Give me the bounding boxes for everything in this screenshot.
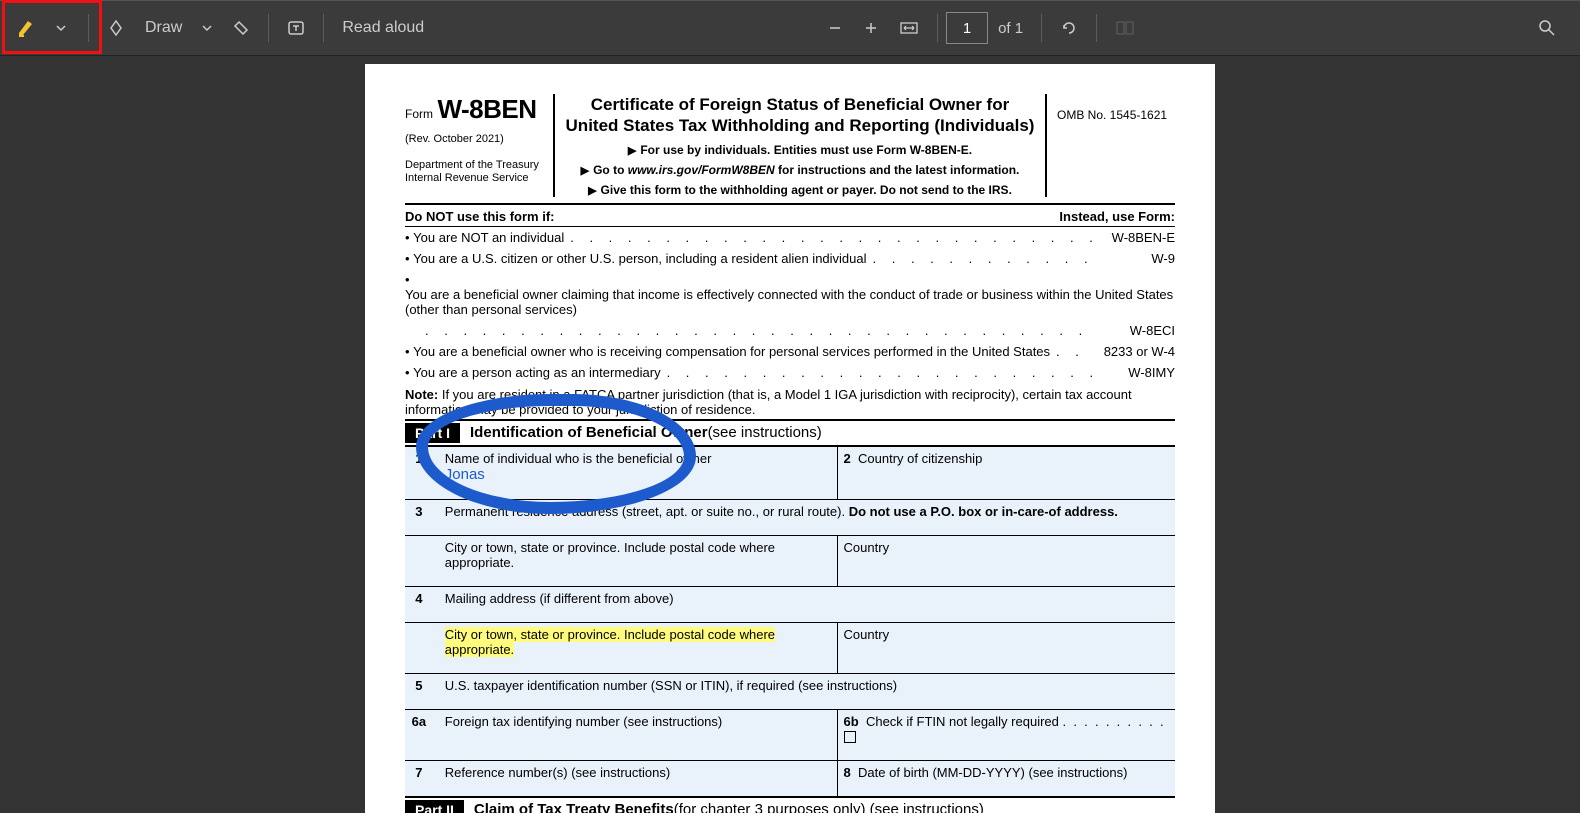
highlighter-icon [16, 18, 36, 38]
donot-row-3: • You are a beneficial owner claiming th… [405, 269, 1175, 320]
separator [937, 14, 938, 42]
field-4-country[interactable]: Country [837, 622, 1175, 673]
part-1-header: Part I Identification of Beneficial Owne… [405, 419, 1175, 446]
chevron-down-icon [56, 23, 66, 33]
subtitle-1: ▶For use by individuals. Entities must u… [565, 143, 1035, 157]
read-aloud-label: Read aloud [342, 19, 424, 37]
highlighter-tool[interactable] [6, 8, 46, 48]
field-6a-ftin[interactable]: Foreign tax identifying number (see inst… [439, 709, 837, 760]
draw-dropdown[interactable] [192, 8, 222, 48]
field-5-ssn[interactable]: U.S. taxpayer identification number (SSN… [439, 673, 1175, 709]
form-header: Form W-8BEN (Rev. October 2021) Departme… [405, 94, 1175, 205]
plus-icon [863, 20, 879, 36]
typed-name: Jonas [445, 466, 485, 483]
eraser-icon [232, 19, 250, 37]
document-viewport[interactable]: Form W-8BEN (Rev. October 2021) Departme… [0, 56, 1580, 813]
subtitle-3: ▶Give this form to the withholding agent… [565, 183, 1035, 197]
draw-label: Draw [145, 19, 182, 37]
field-3-city[interactable]: City or town, state or province. Include… [439, 535, 837, 586]
field-2-citizenship[interactable]: 2 Country of citizenship [837, 446, 1175, 499]
form-word: Form [405, 107, 433, 121]
field-6b-checkbox[interactable]: 6b Check if FTIN not legally required . … [837, 709, 1175, 760]
fatca-note: Note: If you are resident in a FATCA par… [405, 383, 1175, 419]
page-view-button[interactable] [1105, 8, 1145, 48]
omb-number: OMB No. 1545-1621 [1045, 94, 1175, 197]
text-tool[interactable] [277, 8, 315, 48]
field-1-name[interactable]: Name of individual who is the beneficial… [439, 446, 837, 499]
field-4-mailing[interactable]: Mailing address (if different from above… [439, 586, 1175, 622]
highlighter-tool-group [6, 8, 76, 48]
donot-row-5: • You are a person acting as an intermed… [405, 362, 1175, 383]
separator [88, 14, 89, 42]
field-8-dob[interactable]: 8 Date of birth (MM-DD-YYYY) (see instru… [837, 760, 1175, 796]
department-line2: Internal Revenue Service [405, 172, 545, 185]
page-view-icon [1115, 20, 1135, 36]
separator [1041, 14, 1042, 42]
zoom-out-button[interactable] [817, 8, 853, 48]
separator [268, 14, 269, 42]
field-4-city[interactable]: City or town, state or province. Include… [439, 622, 837, 673]
search-button[interactable] [1528, 8, 1566, 48]
donot-row-2: • You are a U.S. citizen or other U.S. p… [405, 248, 1175, 269]
page-number-input[interactable] [946, 12, 988, 44]
rotate-button[interactable] [1050, 8, 1088, 48]
draw-button[interactable]: Draw [135, 8, 192, 48]
rotate-icon [1060, 19, 1078, 37]
form-code: W-8BEN [437, 94, 536, 124]
search-icon [1538, 19, 1556, 37]
form-title: Certificate of Foreign Status of Benefic… [565, 94, 1035, 137]
text-box-icon [287, 19, 305, 37]
ftin-checkbox[interactable] [844, 731, 856, 743]
minus-icon [827, 20, 843, 36]
pdf-page: Form W-8BEN (Rev. October 2021) Departme… [365, 64, 1215, 813]
fit-width-button[interactable] [889, 8, 929, 48]
donot-header: Do NOT use this form if: Instead, use Fo… [405, 205, 1175, 227]
separator [1096, 14, 1097, 42]
donot-row-4: • You are a beneficial owner who is rece… [405, 341, 1175, 362]
zoom-in-button[interactable] [853, 8, 889, 48]
donot-row-1: • You are NOT an individual. . . . . . .… [405, 227, 1175, 248]
pen-icon [107, 19, 125, 37]
pen-tool[interactable] [97, 8, 135, 48]
separator [323, 14, 324, 42]
fit-width-icon [899, 20, 919, 36]
field-3-address[interactable]: Permanent residence address (street, apt… [439, 499, 1175, 535]
pdf-toolbar: Draw Read aloud of 1 [0, 0, 1580, 56]
revision-date: (Rev. October 2021) [405, 133, 545, 145]
chevron-down-icon [202, 23, 212, 33]
page-total-label: of 1 [988, 20, 1033, 37]
subtitle-2: ▶Go to www.irs.gov/FormW8BEN for instruc… [565, 163, 1035, 177]
eraser-tool[interactable] [222, 8, 260, 48]
highlighter-dropdown[interactable] [46, 8, 76, 48]
part-2-header: Part II Claim of Tax Treaty Benefits (fo… [405, 796, 1175, 813]
field-7-ref[interactable]: Reference number(s) (see instructions) [439, 760, 837, 796]
part-1-table: 1 Name of individual who is the benefici… [405, 446, 1175, 796]
read-aloud-button[interactable]: Read aloud [332, 8, 434, 48]
donot-row-3b: . . . . . . . . . . . . . . . . . . . . … [405, 320, 1175, 341]
department-line1: Department of the Treasury [405, 159, 545, 172]
field-3-country[interactable]: Country [837, 535, 1175, 586]
